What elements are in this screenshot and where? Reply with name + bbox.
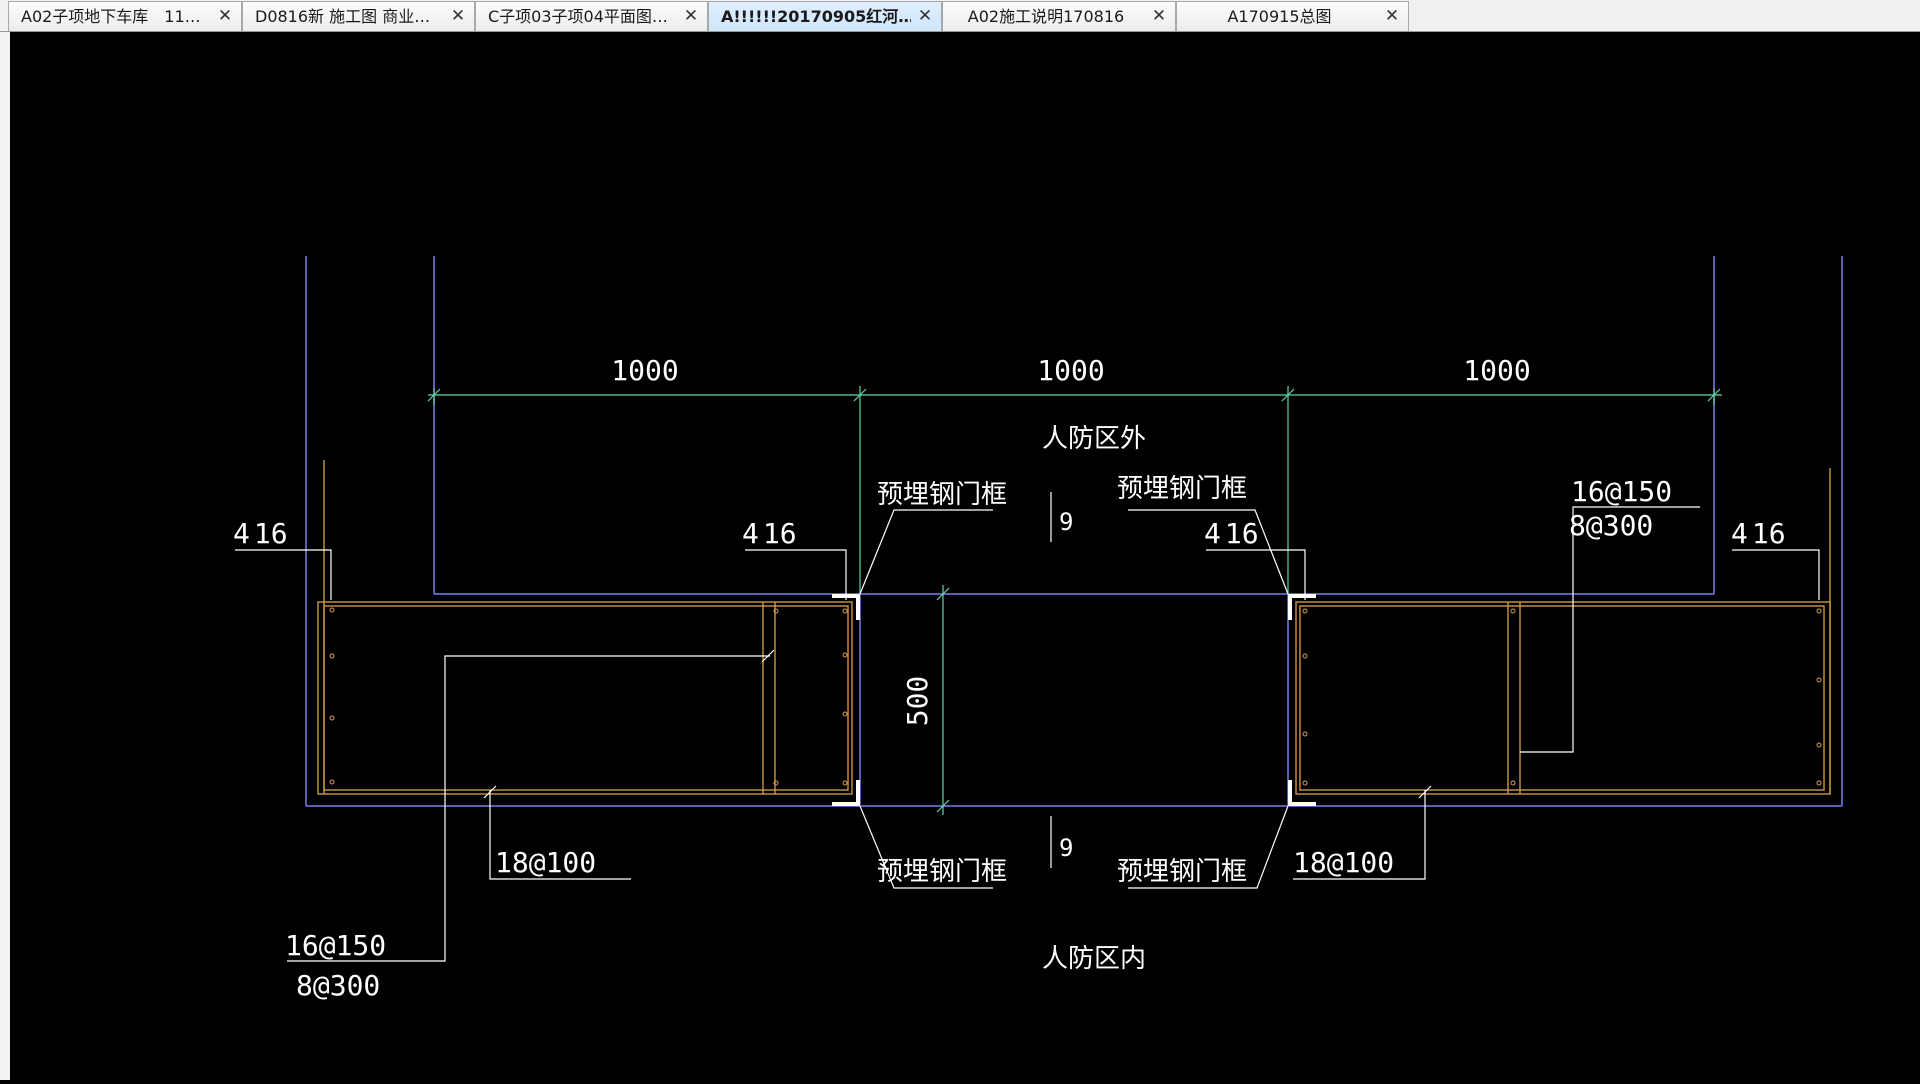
rebar-dot [1816, 780, 1822, 786]
rebar-dot [1816, 742, 1822, 748]
tab-label: A02施工说明170816 [967, 8, 1125, 26]
tab-label: C子项03子项04平面图… [488, 8, 668, 26]
rebar-dot [842, 608, 848, 614]
left-beam-outline [317, 601, 853, 795]
stirrup-label: 18@100 [1293, 846, 1394, 879]
close-icon[interactable]: ✕ [917, 7, 933, 25]
rebar-distribution-label: 8@300 [296, 969, 380, 1002]
close-icon[interactable]: ✕ [450, 7, 466, 25]
rebar-dot [1302, 653, 1308, 659]
rebar-dot [842, 711, 848, 717]
leader-right-distribution [1520, 506, 1700, 753]
rebar-dot [1816, 677, 1822, 683]
rebar-dot [1302, 731, 1308, 737]
rebar-dot [842, 652, 848, 658]
zone-outside-label: 人防区外 [1042, 424, 1146, 454]
tab-a02-notes[interactable]: A02施工说明170816 ✕ [942, 1, 1176, 31]
rebar-count-label: 4 16 [233, 517, 288, 550]
leader-right-416 [1732, 549, 1820, 600]
close-icon[interactable]: ✕ [1384, 7, 1400, 25]
rebar-dot [329, 779, 335, 785]
right-beam-outline [1295, 601, 1831, 795]
leader-mid-right-416 [1206, 549, 1306, 600]
cad-drawing: 1000 1000 1000 500 人防区外 人防区内 预埋钢门框 预埋钢门框… [233, 256, 1843, 1002]
dimension-label: 1000 [611, 354, 678, 387]
rebar-count-label: 4 16 [742, 517, 797, 550]
tab-label: A170915总图 [1227, 8, 1332, 26]
dimension-label: 1000 [1463, 354, 1530, 387]
close-icon[interactable]: ✕ [217, 7, 233, 25]
tab-a02-garage[interactable]: A02子项地下车库 11… ✕ [8, 1, 242, 31]
leader-left-416 [235, 549, 332, 600]
window-left-edge [0, 32, 10, 1080]
document-tab-bar: A02子项地下车库 11… ✕ D0816新 施工图 商业… ✕ C子项03子项… [0, 0, 1920, 32]
rebar-dot [329, 653, 335, 659]
gap-label-bottom: 9 [1059, 834, 1073, 862]
zone-inside-label: 人防区内 [1042, 944, 1146, 974]
left-beam-stirrup [323, 605, 849, 791]
leader-left-distribution [287, 655, 770, 962]
rebar-dots [329, 607, 1822, 786]
door-frame-label: 预埋钢门框 [877, 857, 1007, 887]
dimension-label: 1000 [1037, 354, 1104, 387]
tab-label: D0816新 施工图 商业… [255, 8, 431, 26]
door-frame-top-right [1288, 594, 1316, 620]
door-frame-top-left [832, 594, 860, 620]
vertical-dimension-label: 500 [901, 676, 934, 727]
door-frame-label: 预埋钢门框 [877, 480, 1007, 510]
right-beam-stirrup [1299, 605, 1825, 791]
rebar-dot [1510, 608, 1516, 614]
gap-label-top: 9 [1059, 508, 1073, 536]
tab-label: A!!!!!!20170905红河… [721, 8, 911, 26]
rebar-dot [1816, 608, 1822, 614]
door-frame-label: 预埋钢门框 [1117, 857, 1247, 887]
leader-frame-top-left [859, 509, 993, 595]
rebar-distribution-label: 16@150 [1571, 475, 1672, 508]
rebar-dot [1302, 780, 1308, 786]
rebar-dot [842, 780, 848, 786]
close-icon[interactable]: ✕ [1151, 7, 1167, 25]
rebar-dot [329, 715, 335, 721]
door-frame-label: 预埋钢门框 [1117, 474, 1247, 504]
tab-a170915-site-plan[interactable]: A170915总图 ✕ [1176, 1, 1409, 31]
rebar-dot [1510, 780, 1516, 786]
tab-c-floorplan[interactable]: C子项03子项04平面图… ✕ [475, 1, 708, 31]
cad-drawing-canvas[interactable]: 1000 1000 1000 500 人防区外 人防区内 预埋钢门框 预埋钢门框… [10, 32, 1920, 1080]
leader-mid-left-416 [745, 549, 847, 600]
rebar-count-label: 4 16 [1731, 517, 1786, 550]
tab-active-drawing[interactable]: A!!!!!!20170905红河… ✕ [708, 1, 942, 31]
tab-label: A02子项地下车库 11… [21, 8, 201, 26]
stirrup-label: 18@100 [495, 846, 596, 879]
close-icon[interactable]: ✕ [683, 7, 699, 25]
rebar-distribution-label: 8@300 [1569, 509, 1653, 542]
door-frame-bottom-left [832, 780, 860, 806]
rebar-count-label: 4 16 [1204, 517, 1259, 550]
tab-d0816-construction[interactable]: D0816新 施工图 商业… ✕ [242, 1, 475, 31]
rebar-dot [1302, 608, 1308, 614]
rebar-distribution-label: 16@150 [285, 929, 386, 962]
rebar-dot [329, 607, 335, 613]
leader-lines [235, 492, 1820, 962]
